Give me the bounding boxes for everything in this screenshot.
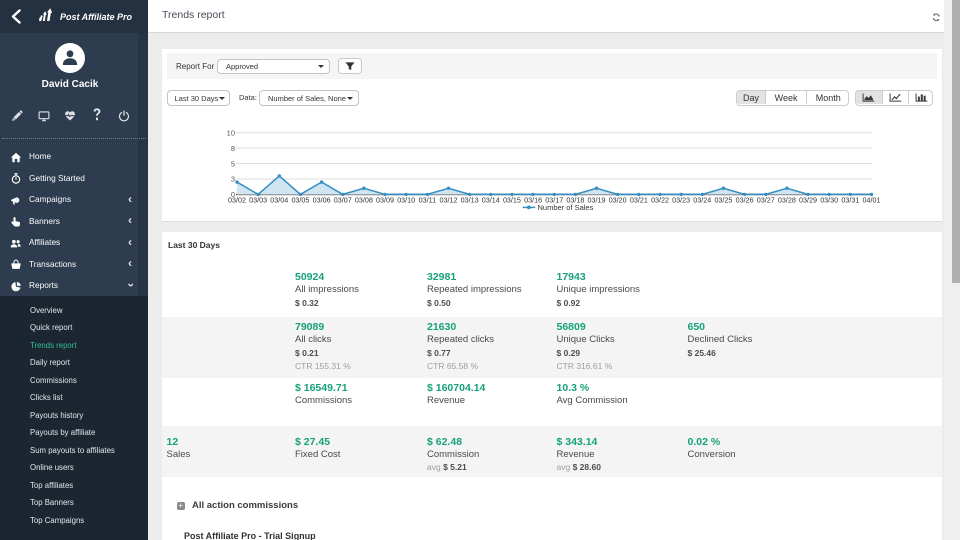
svg-text:03/21: 03/21 [630,196,648,205]
svg-text:5: 5 [231,159,235,168]
svg-text:03/25: 03/25 [714,196,732,205]
svg-text:03/14: 03/14 [482,196,500,205]
svg-text:03/13: 03/13 [461,196,479,205]
svg-text:03/06: 03/06 [313,196,331,205]
svg-text:03/03: 03/03 [249,196,267,205]
svg-text:03/20: 03/20 [609,196,627,205]
svg-text:03/31: 03/31 [841,196,859,205]
svg-text:04/01: 04/01 [863,196,881,205]
svg-text:03/27: 03/27 [757,196,775,205]
svg-text:03/15: 03/15 [503,196,521,205]
svg-text:03/02: 03/02 [228,196,246,205]
svg-text:03/24: 03/24 [693,196,711,205]
svg-text:03/12: 03/12 [440,196,458,205]
svg-text:03/07: 03/07 [334,196,352,205]
svg-text:03/05: 03/05 [291,196,309,205]
svg-text:03/08: 03/08 [355,196,373,205]
svg-text:10: 10 [227,128,235,137]
svg-text:3: 3 [231,175,235,184]
svg-text:03/29: 03/29 [799,196,817,205]
svg-text:03/22: 03/22 [651,196,669,205]
svg-text:03/30: 03/30 [820,196,838,205]
svg-text:03/28: 03/28 [778,196,796,205]
svg-text:8: 8 [231,144,235,153]
svg-text:03/10: 03/10 [397,196,415,205]
svg-text:03/26: 03/26 [736,196,754,205]
svg-text:Number of Sales: Number of Sales [538,203,594,212]
svg-text:03/23: 03/23 [672,196,690,205]
svg-text:03/09: 03/09 [376,196,394,205]
svg-text:03/11: 03/11 [419,196,436,205]
svg-text:03/04: 03/04 [270,196,288,205]
